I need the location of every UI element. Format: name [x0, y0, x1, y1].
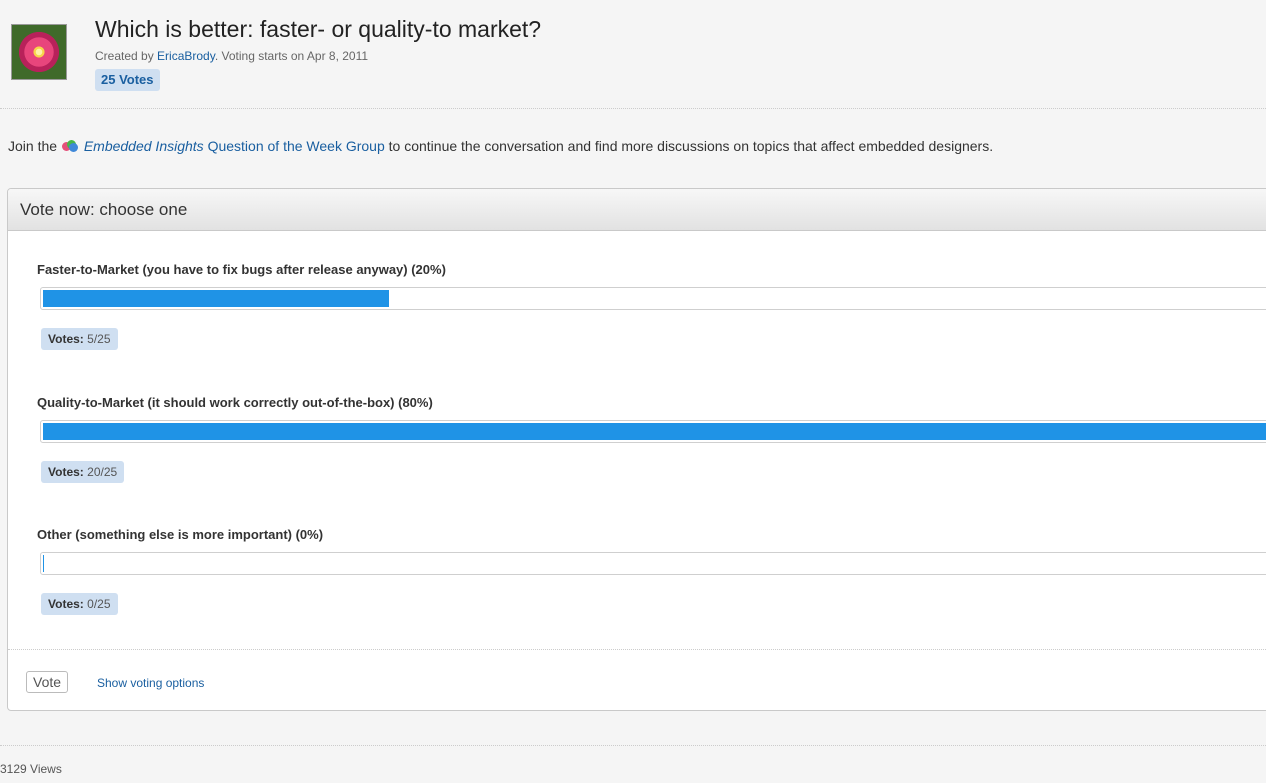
poll-box: Vote now: choose one Faster-to-Market (y…: [7, 188, 1266, 711]
votes-label: Votes:: [48, 332, 84, 346]
header-divider: [0, 108, 1266, 109]
option-bar-fill: [43, 555, 44, 572]
footer-divider: [0, 745, 1266, 746]
option-votes-badge: Votes: 0/25: [41, 593, 118, 615]
votes-label: Votes:: [48, 465, 84, 479]
show-voting-options-link[interactable]: Show voting options: [97, 676, 204, 690]
poll-heading: Vote now: choose one: [8, 189, 1266, 231]
view-count: 3129 Views: [0, 762, 62, 776]
option-bar: [40, 552, 1266, 575]
poll-footer-divider: [8, 649, 1266, 650]
page-title: Which is better: faster- or quality-to m…: [95, 16, 542, 42]
votes-count: 20/25: [87, 465, 118, 479]
author-link[interactable]: EricaBrody: [157, 49, 215, 63]
poll-meta: Created by EricaBrody. Voting starts on …: [95, 49, 368, 63]
group-icon: [61, 140, 78, 152]
option-bar-fill: [43, 290, 389, 307]
vote-button[interactable]: Vote: [26, 671, 69, 693]
group-suffix: Question of the Week Group: [203, 138, 385, 154]
group-name: Embedded Insights: [83, 138, 204, 154]
option-votes-badge: Votes: 20/25: [41, 461, 125, 483]
join-suffix: to continue the conversation and find mo…: [384, 138, 994, 154]
author-avatar[interactable]: [11, 24, 67, 80]
total-votes-badge: 25 Votes: [95, 69, 160, 91]
option-label: Other (something else is more important)…: [37, 527, 324, 542]
group-link[interactable]: Embedded Insights Question of the Week G…: [84, 138, 385, 154]
votes-count: 0/25: [87, 597, 111, 611]
join-group-text: Join the Embedded Insights Question of t…: [8, 138, 993, 154]
poll-header: Which is better: faster- or quality-to m…: [11, 16, 1266, 94]
option-bar-fill: [43, 423, 1266, 440]
created-prefix: Created by: [95, 49, 158, 63]
votes-label: Votes:: [48, 597, 84, 611]
option-votes-badge: Votes: 5/25: [41, 328, 118, 350]
option-bar: [40, 420, 1266, 443]
option-label: Quality-to-Market (it should work correc…: [37, 395, 433, 410]
votes-count: 5/25: [87, 332, 111, 346]
created-suffix: . Voting starts on Apr 8, 2011: [214, 49, 369, 63]
join-prefix: Join the: [8, 138, 58, 154]
option-label: Faster-to-Market (you have to fix bugs a…: [37, 262, 446, 277]
option-bar: [40, 287, 1266, 310]
